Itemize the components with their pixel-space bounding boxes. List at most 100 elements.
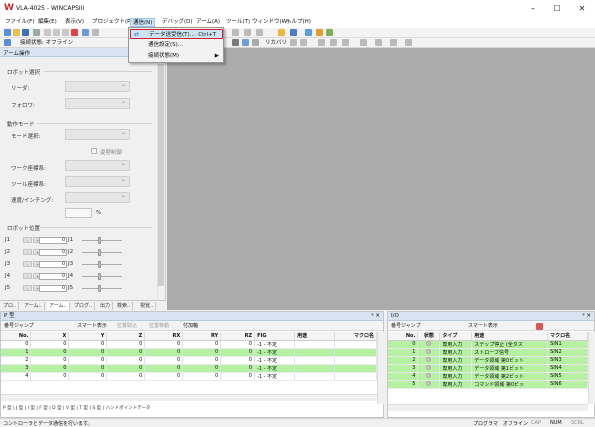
table-row[interactable]: 1 0 0 0 0 0 0 -1 - 不定 [1,348,377,357]
robot-icon[interactable] [305,29,312,36]
close-button[interactable]: ✕ [571,2,593,15]
column-header[interactable]: 用途 [471,332,549,341]
delete-icon[interactable] [71,29,78,36]
find-icon[interactable] [82,29,89,36]
tab-arm-operation[interactable]: アーム.. [47,302,70,310]
table-row[interactable]: 0 専用入力 ステップ停止 (全タス SIN1 [388,340,588,349]
joint-slider[interactable] [82,276,122,277]
connect-icon[interactable] [4,39,11,46]
tab-project[interactable]: プロ.. [1,302,20,310]
cut-icon[interactable] [44,29,51,36]
step-icon[interactable] [252,39,259,46]
debug-icon-b[interactable] [300,39,307,46]
column-header[interactable]: マクロ名 [334,332,377,341]
menu-item-data-transfer[interactable]: ⇄ データ送受信(T)... Ctrl+T [130,29,223,39]
jump-button[interactable]: 番号ジャンプ [391,321,421,331]
joint-slider[interactable] [82,264,122,265]
work-coord-select[interactable] [65,160,130,171]
speed-input[interactable] [65,208,92,218]
recovery-label[interactable]: リカバリ [265,39,287,47]
minimize-button[interactable]: – [522,2,544,15]
menu-edit[interactable]: 編集(E) [36,18,59,27]
table-row[interactable]: 3 専用入力 データ領域 第1ビット SIN4 [388,364,588,373]
menu-debug[interactable]: デバッグ(D) [160,18,195,27]
tool-icon-c[interactable] [256,29,263,36]
pin-close-icon[interactable]: ᵠ ✕ [371,312,380,321]
new-icon[interactable] [4,29,11,36]
window-icon[interactable] [290,29,297,36]
column-header[interactable]: RY [182,332,222,341]
joint-slider[interactable] [82,288,122,289]
position-move-button[interactable]: 位置移動 [149,321,169,331]
jog-minus-button[interactable]: – [23,237,32,243]
table-row[interactable]: 4 専用入力 データ領域 第2ビット SIN5 [388,372,588,381]
posture-checkbox[interactable] [91,148,97,154]
position-import-button[interactable]: 位置取込 [117,321,137,331]
io-settings-icon[interactable] [536,323,543,330]
column-header[interactable]: RZ [220,332,256,341]
arm-panel-scroll-thumb[interactable] [158,64,164,286]
joint-slider-thumb[interactable] [98,237,101,244]
undo-icon[interactable] [92,29,99,36]
pin-close-icon[interactable]: ᵠ ✕ [582,312,591,321]
io-icon[interactable] [326,29,333,36]
arm-icon[interactable] [242,39,249,46]
io-table-hscroll[interactable] [388,404,588,411]
smart-view-button[interactable]: スマート表示 [468,321,498,331]
table-row[interactable]: 0 0 0 0 0 0 0 -1 - 不定 [1,340,377,349]
mode-select[interactable] [65,129,130,140]
jog-minus-button[interactable]: – [23,273,32,279]
joint-slider-thumb[interactable] [98,273,101,280]
menu-view[interactable]: 表示(V) [63,18,86,27]
column-header[interactable]: マクロ名 [547,332,588,341]
menu-tools[interactable]: ツール(T) [224,18,252,27]
menu-file[interactable]: ファイル(F) [3,18,36,27]
table-row[interactable]: 2 専用入力 データ領域 第0ビット SIN3 [388,356,588,365]
joint-slider[interactable] [82,252,122,253]
menu-arm[interactable]: アーム(A) [194,18,222,27]
table-row[interactable]: 2 0 0 0 0 0 0 -1 - 不定 [1,356,377,365]
column-header[interactable]: 用途 [294,332,335,341]
column-header[interactable]: RX [144,332,184,341]
column-header[interactable]: 状態 [417,332,441,341]
column-header[interactable]: Y [68,332,108,341]
column-header[interactable]: タイプ [439,332,473,341]
pause-icon[interactable] [232,39,239,46]
tool-icon-b[interactable] [244,29,251,36]
tool-coord-select[interactable] [65,176,130,187]
debug-icon-f[interactable] [360,39,367,46]
jog-minus-button[interactable]: – [23,261,32,267]
menu-help[interactable]: ヘルプ(H) [284,18,313,27]
debug-icon-g[interactable] [375,39,382,46]
menu-project[interactable]: プロジェクト(P) [90,18,135,27]
tab-vision[interactable]: 視覚.. [138,302,157,310]
jog-minus-button[interactable]: – [23,249,32,255]
joint-slider-thumb[interactable] [98,249,101,256]
column-header[interactable]: X [30,332,70,341]
p-table-vscroll[interactable] [377,332,384,404]
joint-slider-thumb[interactable] [98,285,101,292]
menu-item-connection-status[interactable]: 接続状態(M) ▶ [130,51,223,61]
copy-icon[interactable] [53,29,60,36]
debug-icon-e[interactable] [342,39,349,46]
column-header[interactable]: FIG [254,332,296,341]
controller-icon[interactable] [316,29,323,36]
menu-communication[interactable]: 通信(N) [130,18,156,27]
jump-button[interactable]: 番号ジャンプ [4,321,34,331]
table-row[interactable]: 1 専用入力 ストローブ信号 SIN2 [388,348,588,357]
speed-select[interactable] [65,192,130,203]
tab-arm[interactable]: アーム.. [22,302,45,310]
tab-program[interactable]: プログ.. [72,302,96,310]
open-folder-icon[interactable] [13,29,20,36]
menu-item-comm-settings[interactable]: 通信設定(S)... [130,40,223,50]
tool-icon-a[interactable] [232,29,239,36]
debug-icon-i[interactable] [405,39,412,46]
column-header[interactable]: No. [388,332,419,341]
save-icon[interactable] [22,29,29,36]
joint-slider-thumb[interactable] [98,261,101,268]
column-header[interactable]: Z [106,332,146,341]
maximize-button[interactable]: ☐ [546,2,568,15]
print-icon[interactable] [33,29,40,36]
paste-icon[interactable] [62,29,69,36]
table-row[interactable]: 5 専用入力 コマンド領域 第0ビッ SIN6 [388,380,588,389]
